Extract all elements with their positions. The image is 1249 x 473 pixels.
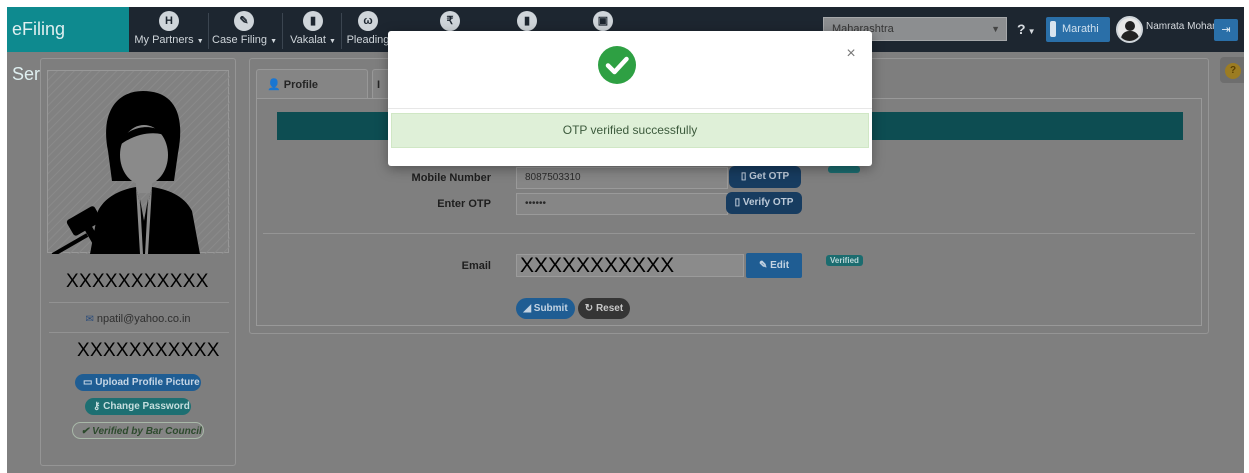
- submit-button[interactable]: ◢ Submit: [516, 298, 575, 319]
- partners-icon: H: [159, 11, 179, 31]
- bar-council-verified-badge: ✔ Verified by Bar Council: [72, 422, 204, 439]
- email-value: XXXXXXXXXXX: [520, 254, 675, 277]
- profile-enrollment-id: XXXXXXXXXXX: [77, 340, 220, 361]
- email-label: Email: [461, 260, 491, 272]
- mobile-icon: ▯: [734, 197, 743, 208]
- reset-button[interactable]: ↻ Reset: [578, 298, 630, 319]
- envelope-icon: ✉: [85, 314, 94, 325]
- submit-label: Submit: [533, 303, 568, 314]
- chevron-down-icon: ▼: [329, 38, 336, 45]
- nav-my-partners-label: My Partners: [134, 34, 194, 46]
- mobile-number-label: Mobile Number: [411, 172, 491, 184]
- brand-logo[interactable]: eFiling Services: [7, 7, 129, 84]
- nav-pleading-label: Pleading: [346, 34, 390, 46]
- success-modal: × OTP verified successfully: [388, 31, 872, 166]
- help-icon: ?: [1017, 21, 1026, 37]
- mobile-number-input[interactable]: 8087503310: [516, 167, 728, 189]
- divider: [49, 302, 229, 303]
- language-label: Marathi: [1062, 23, 1099, 35]
- reset-icon: ↻: [584, 303, 596, 314]
- reset-label: Reset: [595, 303, 624, 314]
- divider: [49, 332, 229, 333]
- side-help-button[interactable]: ?: [1220, 57, 1244, 83]
- get-otp-button[interactable]: ▯ Get OTP: [729, 166, 801, 188]
- key-icon: ⚷: [93, 401, 104, 412]
- file-icon: ▮: [517, 11, 537, 31]
- bar-council-verified-label: Verified by Bar Council: [92, 426, 202, 437]
- nav-divider: [341, 13, 342, 49]
- document-icon: ▮: [303, 11, 323, 31]
- image-icon: ▭: [83, 377, 96, 388]
- pleading-icon: ω: [358, 11, 378, 31]
- divider: [263, 233, 1195, 234]
- verify-otp-label: Verify OTP: [742, 197, 794, 208]
- edit-email-button[interactable]: ✎ Edit: [746, 253, 802, 278]
- profile-name: XXXXXXXXXXX: [66, 271, 209, 292]
- profile-email-text: npatil@yahoo.co.in: [96, 313, 191, 325]
- email-verified-badge: Verified: [826, 255, 863, 266]
- help-menu[interactable]: ? ▼: [1017, 17, 1035, 44]
- nav-my-partners[interactable]: H My Partners ▼: [134, 7, 204, 52]
- chevron-down-icon: ▼: [991, 24, 1000, 34]
- tab-second-label: I: [377, 79, 381, 91]
- chevron-down-icon: ▼: [196, 38, 204, 45]
- verify-otp-button[interactable]: ▯ Verify OTP: [726, 192, 802, 214]
- lawyer-avatar-icon: [48, 71, 230, 257]
- success-check-icon: [598, 46, 636, 84]
- check-icon: ✔: [81, 426, 93, 437]
- user-avatar[interactable]: [1116, 16, 1143, 43]
- nav-pleading[interactable]: ω Pleading: [345, 7, 391, 52]
- tab-profile-details[interactable]: 👤 Profile Details: [256, 69, 368, 121]
- logout-button[interactable]: ⇥: [1214, 19, 1238, 41]
- edit-label: Edit: [770, 260, 790, 271]
- chevron-down-icon: ▼: [1027, 27, 1036, 36]
- nav-case-filing[interactable]: ✎ Case Filing ▼: [212, 7, 278, 52]
- success-alert: OTP verified successfully: [391, 113, 869, 148]
- pencil-icon: ✎: [758, 260, 771, 271]
- profile-picture: [47, 70, 230, 257]
- toggle-icon: [1050, 21, 1056, 37]
- nav-divider: [282, 13, 283, 49]
- mobile-verified-badge: [828, 166, 860, 173]
- chevron-down-icon: ▼: [270, 38, 278, 45]
- get-otp-label: Get OTP: [749, 171, 790, 182]
- otp-input[interactable]: ••••••: [516, 193, 728, 215]
- change-password-label: Change Password: [103, 401, 190, 412]
- upload-profile-picture-button[interactable]: ▭ Upload Profile Picture: [75, 374, 201, 391]
- profile-card: XXXXXXXXXXX ✉ npatil@yahoo.co.in XXXXXXXX…: [40, 58, 236, 466]
- send-icon: ◢: [523, 303, 534, 314]
- mobile-icon: ▯: [740, 171, 750, 182]
- modal-header: ×: [388, 31, 872, 109]
- rupee-icon: ₹: [440, 11, 460, 31]
- language-toggle-button[interactable]: Marathi: [1046, 17, 1110, 42]
- change-password-button[interactable]: ⚷ Change Password: [85, 398, 191, 415]
- user-icon: 👤: [267, 79, 284, 91]
- enter-otp-label: Enter OTP: [437, 198, 491, 210]
- upload-button-label: Upload Profile Picture: [95, 377, 200, 388]
- pencil-icon: ✎: [234, 11, 254, 31]
- question-icon: ?: [1225, 63, 1241, 79]
- nav-vakalat-label: Vakalat: [290, 34, 326, 46]
- logout-icon: ⇥: [1221, 24, 1231, 36]
- nav-vakalat[interactable]: ▮ Vakalat ▼: [286, 7, 340, 52]
- close-icon[interactable]: ×: [844, 46, 858, 62]
- profile-email: ✉ npatil@yahoo.co.in: [41, 313, 235, 325]
- nav-case-filing-label: Case Filing: [212, 34, 268, 46]
- nav-divider: [208, 13, 209, 49]
- briefcase-icon: ▣: [593, 11, 613, 31]
- email-input[interactable]: XXXXXXXXXXX: [516, 254, 744, 277]
